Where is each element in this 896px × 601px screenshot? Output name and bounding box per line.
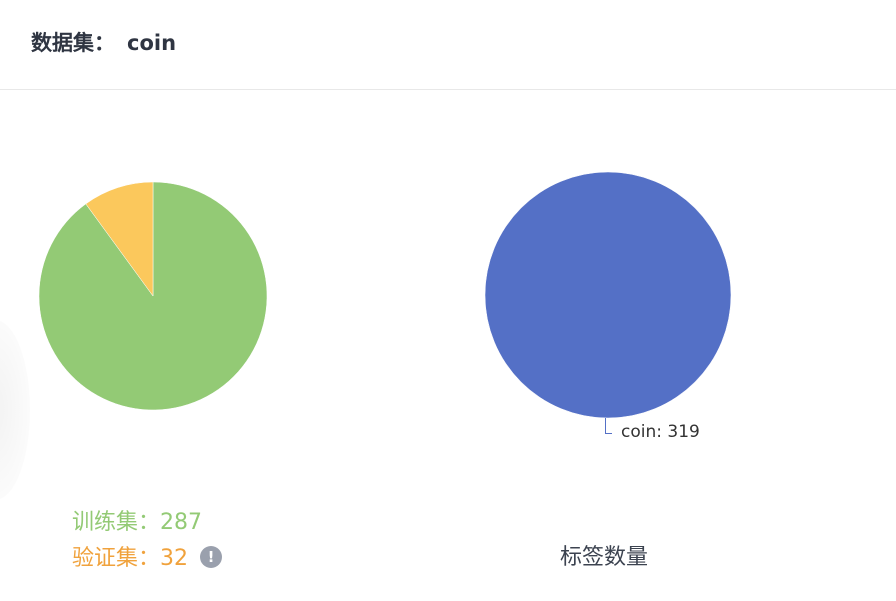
val-label: 验证集： <box>72 546 161 571</box>
train-stat: 训练集：287 <box>72 504 202 536</box>
edge-shadow <box>0 320 30 500</box>
split-pie-chart <box>38 181 268 411</box>
dataset-label: 数据集： <box>31 31 115 55</box>
train-label: 训练集： <box>72 510 161 535</box>
label-chart-title: 标签数量 <box>560 545 649 570</box>
val-stat: 验证集：32! <box>72 540 223 572</box>
header: 数据集： coin <box>0 0 896 90</box>
label-leader-line <box>605 418 612 434</box>
train-count: 287 <box>160 510 203 535</box>
dataset-title: 数据集： coin <box>31 27 176 57</box>
coin-slice-label: coin: 319 <box>621 422 700 442</box>
info-icon[interactable]: ! <box>200 546 223 568</box>
coin-slice[interactable] <box>484 171 732 419</box>
dataset-name: coin <box>127 31 177 55</box>
val-count: 32 <box>160 546 189 571</box>
label-pie-chart <box>484 171 732 419</box>
